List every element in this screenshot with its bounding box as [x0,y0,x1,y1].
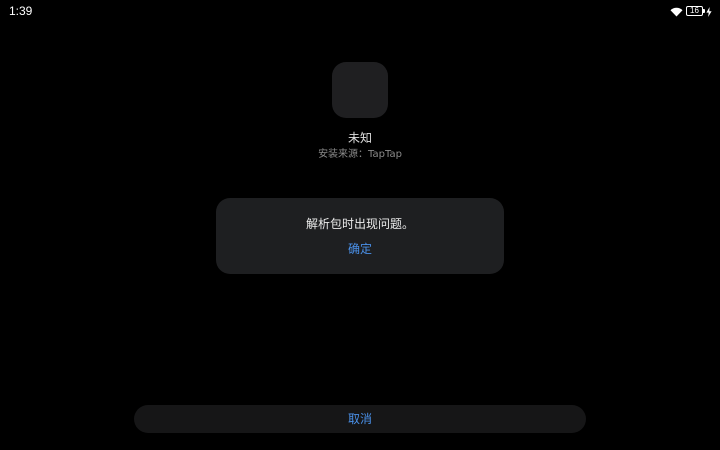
status-icons: 16 [670,5,712,17]
install-source: 安装来源：TapTap [318,149,402,160]
dialog-message: 解析包时出现问题。 [305,217,414,231]
battery-tip [703,9,705,13]
app-name: 未知 [347,131,372,145]
status-bar: 1:39 16 [0,0,720,22]
battery-level: 16 [690,6,699,15]
app-icon [332,62,388,118]
error-dialog: 解析包时出现问题。 确定 [216,198,504,274]
status-time: 1:39 [9,4,33,18]
cancel-button[interactable]: 取消 [134,405,586,433]
charging-icon [706,2,712,21]
battery-icon: 16 [686,6,705,16]
confirm-button[interactable]: 确定 [320,238,400,260]
wifi-icon [670,2,683,21]
